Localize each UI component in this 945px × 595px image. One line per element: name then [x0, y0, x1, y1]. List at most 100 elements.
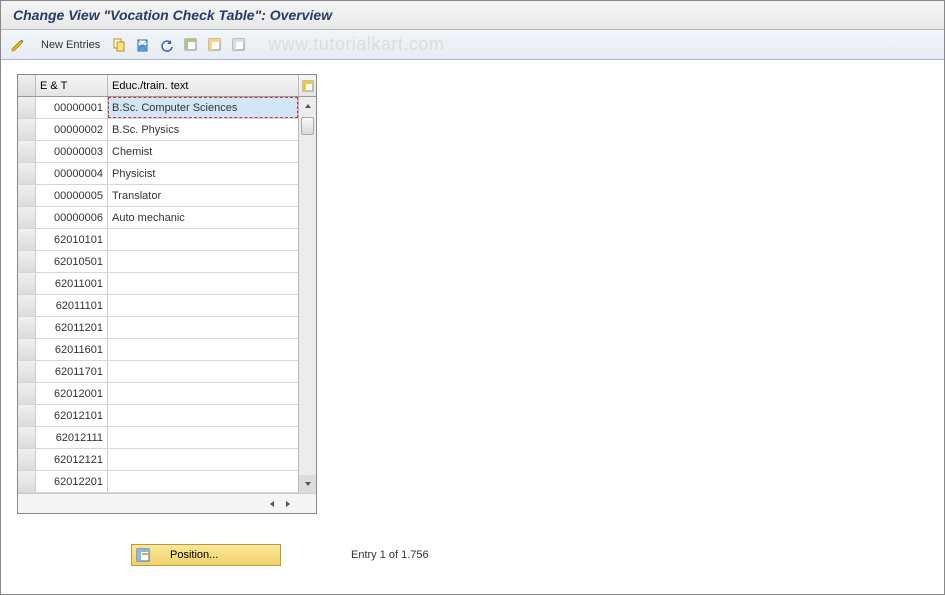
- select-block-icon[interactable]: [206, 36, 224, 54]
- cell-id[interactable]: 62010501: [36, 251, 108, 272]
- cell-id[interactable]: 62011001: [36, 273, 108, 294]
- select-all-icon[interactable]: [182, 36, 200, 54]
- delete-icon[interactable]: [134, 36, 152, 54]
- row-selector[interactable]: [18, 207, 36, 228]
- vertical-scrollbar[interactable]: [298, 97, 316, 493]
- deselect-all-icon[interactable]: [230, 36, 248, 54]
- cell-id[interactable]: 00000005: [36, 185, 108, 206]
- row-selector[interactable]: [18, 449, 36, 470]
- cell-text[interactable]: B.Sc. Computer Sciences: [108, 97, 298, 118]
- copy-as-icon[interactable]: [110, 36, 128, 54]
- data-table: E & T Educ./train. text 00000001B.Sc. Co…: [17, 74, 317, 514]
- row-selector[interactable]: [18, 97, 36, 118]
- scroll-right-icon[interactable]: [281, 497, 295, 511]
- cell-id[interactable]: 62010101: [36, 229, 108, 250]
- cell-text[interactable]: [108, 295, 298, 316]
- cell-text[interactable]: [108, 383, 298, 404]
- table-row: 00000002B.Sc. Physics: [18, 119, 316, 141]
- position-button-label: Position...: [170, 549, 218, 561]
- table-row: 62012111: [18, 427, 316, 449]
- table-header: E & T Educ./train. text: [18, 75, 316, 97]
- scroll-down-icon[interactable]: [299, 475, 316, 493]
- row-selector[interactable]: [18, 361, 36, 382]
- row-selector[interactable]: [18, 427, 36, 448]
- table-row: 00000001B.Sc. Computer Sciences: [18, 97, 316, 119]
- cell-id[interactable]: 00000002: [36, 119, 108, 140]
- cell-id[interactable]: 62011101: [36, 295, 108, 316]
- row-selector[interactable]: [18, 471, 36, 492]
- cell-text[interactable]: [108, 471, 298, 492]
- position-button[interactable]: Position...: [131, 544, 281, 566]
- cell-text[interactable]: B.Sc. Physics: [108, 119, 298, 140]
- row-selector[interactable]: [18, 185, 36, 206]
- cell-text[interactable]: [108, 317, 298, 338]
- table-row: 62011001: [18, 273, 316, 295]
- toggle-display-change-icon[interactable]: [9, 36, 27, 54]
- scroll-left-icon[interactable]: [265, 497, 279, 511]
- entry-count: Entry 1 of 1.756: [351, 549, 429, 561]
- table-body: 00000001B.Sc. Computer Sciences00000002B…: [18, 97, 316, 493]
- cell-text[interactable]: [108, 405, 298, 426]
- cell-text[interactable]: [108, 339, 298, 360]
- table-row: 62011201: [18, 317, 316, 339]
- cell-text[interactable]: Chemist: [108, 141, 298, 162]
- cell-id[interactable]: 62012101: [36, 405, 108, 426]
- table-settings-icon[interactable]: [298, 75, 316, 96]
- cell-text[interactable]: [108, 361, 298, 382]
- cell-id[interactable]: 62011601: [36, 339, 108, 360]
- table-row: 62010501: [18, 251, 316, 273]
- cell-id[interactable]: 00000003: [36, 141, 108, 162]
- watermark-text: www.tutorialkart.com: [268, 34, 444, 55]
- table-row: 62011701: [18, 361, 316, 383]
- row-selector[interactable]: [18, 141, 36, 162]
- cell-id[interactable]: 00000001: [36, 97, 108, 118]
- position-icon: [136, 548, 150, 562]
- toolbar: New Entries www.tutorialkart.com: [1, 30, 944, 60]
- column-header-id[interactable]: E & T: [36, 75, 108, 96]
- cell-id[interactable]: 00000006: [36, 207, 108, 228]
- cell-id[interactable]: 62012121: [36, 449, 108, 470]
- row-selector[interactable]: [18, 383, 36, 404]
- row-selector[interactable]: [18, 317, 36, 338]
- cell-text[interactable]: Physicist: [108, 163, 298, 184]
- cell-id[interactable]: 62012001: [36, 383, 108, 404]
- table-row: 00000006Auto mechanic: [18, 207, 316, 229]
- cell-id[interactable]: 62012201: [36, 471, 108, 492]
- row-selector[interactable]: [18, 119, 36, 140]
- cell-text[interactable]: [108, 229, 298, 250]
- cell-id[interactable]: 62012111: [36, 427, 108, 448]
- row-selector[interactable]: [18, 339, 36, 360]
- table-row: 62011601: [18, 339, 316, 361]
- row-selector[interactable]: [18, 229, 36, 250]
- cell-text[interactable]: Auto mechanic: [108, 207, 298, 228]
- cell-id[interactable]: 62011201: [36, 317, 108, 338]
- cell-text[interactable]: [108, 273, 298, 294]
- cell-text[interactable]: [108, 449, 298, 470]
- table-row: 62012001: [18, 383, 316, 405]
- table-row: 00000005Translator: [18, 185, 316, 207]
- cell-text[interactable]: [108, 427, 298, 448]
- cell-id[interactable]: 00000004: [36, 163, 108, 184]
- cell-text[interactable]: Translator: [108, 185, 298, 206]
- scroll-up-icon[interactable]: [299, 97, 316, 115]
- scroll-thumb[interactable]: [301, 117, 314, 135]
- table-row: 62012121: [18, 449, 316, 471]
- content-area: E & T Educ./train. text 00000001B.Sc. Co…: [1, 60, 944, 528]
- cell-text[interactable]: [108, 251, 298, 272]
- row-selector[interactable]: [18, 405, 36, 426]
- table-row: 62011101: [18, 295, 316, 317]
- table-row: 00000004Physicist: [18, 163, 316, 185]
- row-selector[interactable]: [18, 273, 36, 294]
- row-selector[interactable]: [18, 295, 36, 316]
- table-row: 00000003Chemist: [18, 141, 316, 163]
- undo-change-icon[interactable]: [158, 36, 176, 54]
- table-row: 62012201: [18, 471, 316, 493]
- select-all-header[interactable]: [18, 75, 36, 96]
- column-header-text[interactable]: Educ./train. text: [108, 75, 298, 96]
- row-selector[interactable]: [18, 251, 36, 272]
- cell-id[interactable]: 62011701: [36, 361, 108, 382]
- table-row: 62010101: [18, 229, 316, 251]
- row-selector[interactable]: [18, 163, 36, 184]
- scroll-track[interactable]: [299, 115, 316, 475]
- new-entries-button[interactable]: New Entries: [41, 39, 100, 51]
